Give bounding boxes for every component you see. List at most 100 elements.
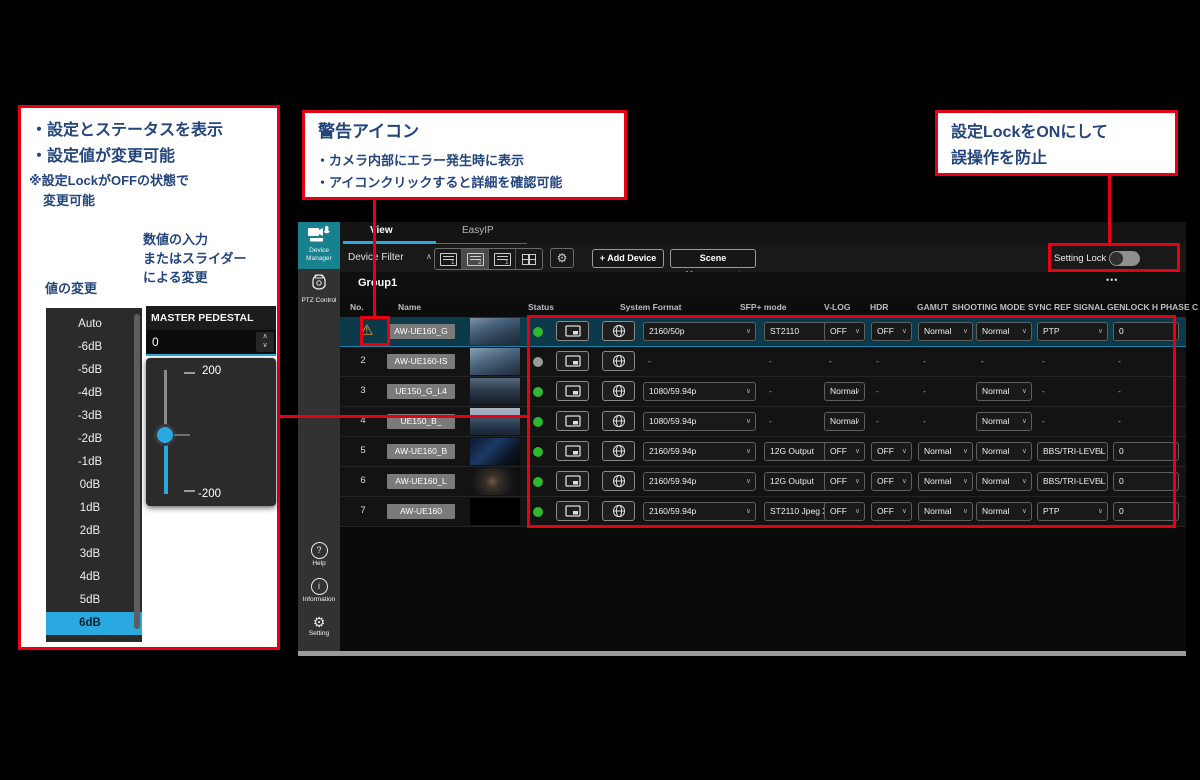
scene-management-button[interactable]: Scene Management (670, 249, 756, 268)
screen-button[interactable] (556, 471, 589, 491)
slider-thumb[interactable] (157, 427, 173, 443)
sidebar-item-device-manager[interactable]: Device Manager (298, 222, 340, 269)
shooting-mode-select[interactable]: Normal∨ (976, 442, 1032, 461)
table-row[interactable]: 2AW-UE160-IS-------- (340, 347, 1186, 377)
v-log-select[interactable]: OFF∨ (824, 472, 865, 491)
web-button[interactable] (602, 351, 635, 371)
gain-option[interactable]: -1dB (46, 451, 142, 474)
table-row[interactable]: 3UE150_G_L41080/59.94p∨-Normal∨--Normal∨… (340, 377, 1186, 407)
sidebar-item-setting[interactable]: ⚙ Setting (298, 614, 340, 638)
genlock-h-phase-input[interactable]: 0 (1113, 442, 1179, 461)
camera-thumbnail[interactable] (470, 408, 520, 435)
v-log-select[interactable]: Normal∨ (824, 412, 865, 431)
system-format-select[interactable]: 1080/59.94p∨ (643, 382, 756, 401)
add-device-button[interactable]: + Add Device (592, 249, 664, 268)
gain-option[interactable]: 6dB (46, 612, 142, 635)
sync-ref-signal-select[interactable]: BBS/TRI-LEVEL∨ (1037, 442, 1108, 461)
selected-value: BBS/TRI-LEVEL (1043, 476, 1105, 486)
setting-lock-toggle[interactable] (1109, 251, 1140, 266)
table-row[interactable]: 6AW-UE160_L2160/59.94p∨12G Output∨OFF∨OF… (340, 467, 1186, 497)
v-log-select[interactable]: OFF∨ (824, 502, 865, 521)
gain-option[interactable]: 2dB (46, 520, 142, 543)
layout-list1-button[interactable]: 1 (435, 249, 462, 269)
gain-option[interactable]: 5dB (46, 589, 142, 612)
layout-list2-button[interactable]: 2 (462, 249, 489, 269)
sync-ref-signal-select[interactable]: PTP∨ (1037, 502, 1108, 521)
screen-button[interactable] (556, 381, 589, 401)
gain-option[interactable]: 0dB (46, 474, 142, 497)
gain-option[interactable]: -4dB (46, 382, 142, 405)
gain-option[interactable]: -6dB (46, 336, 142, 359)
group-menu-dots[interactable]: ••• (1106, 275, 1118, 285)
camera-thumbnail[interactable] (470, 468, 520, 495)
sidebar-item-ptz-control[interactable]: PTZ Control (298, 269, 340, 313)
web-button[interactable] (602, 441, 635, 461)
hdr-select[interactable]: OFF∨ (871, 322, 912, 341)
gain-option[interactable]: 4dB (46, 566, 142, 589)
v-log-select[interactable]: Normal∨ (824, 382, 865, 401)
spinner-control[interactable]: ∧∨ (256, 332, 274, 352)
system-format-select[interactable]: 2160/59.94p∨ (643, 472, 756, 491)
gain-option[interactable]: -3dB (46, 405, 142, 428)
web-button[interactable] (602, 411, 635, 431)
table-row[interactable]: 7AW-UE1602160/59.94p∨ST2110 Jpeg XS∨OFF∨… (340, 497, 1186, 527)
gain-option[interactable]: -2dB (46, 428, 142, 451)
sidebar-item-help[interactable]: ? Help (298, 542, 340, 568)
shooting-mode-select[interactable]: Normal∨ (976, 382, 1032, 401)
sync-ref-signal-select[interactable]: BBS/TRI-LEVEL∨ (1037, 472, 1108, 491)
hdr-select[interactable]: OFF∨ (871, 472, 912, 491)
gamut-select[interactable]: Normal∨ (918, 322, 973, 341)
screen-button[interactable] (556, 411, 589, 431)
v-log-select[interactable]: OFF∨ (824, 442, 865, 461)
gain-option[interactable]: -5dB (46, 359, 142, 382)
camera-thumbnail[interactable] (470, 318, 520, 345)
table-row[interactable]: ⚠AW-UE160_G2160/50p∨ST2110∨OFF∨OFF∨Norma… (340, 317, 1186, 347)
master-pedestal-input[interactable]: 0 ∧∨ (146, 330, 276, 356)
selected-value: Normal (924, 326, 951, 336)
screen-button[interactable] (556, 501, 589, 521)
hdr-select[interactable]: OFF∨ (871, 502, 912, 521)
web-button[interactable] (602, 321, 635, 341)
screen-button[interactable] (556, 321, 589, 341)
gamut-select[interactable]: Normal∨ (918, 502, 973, 521)
gamut-select[interactable]: Normal∨ (918, 472, 973, 491)
shooting-mode-select[interactable]: Normal∨ (976, 472, 1032, 491)
web-button[interactable] (602, 501, 635, 521)
table-row[interactable]: 4UE150_B_1080/59.94p∨-Normal∨--Normal∨-- (340, 407, 1186, 437)
gain-option[interactable]: 1dB (46, 497, 142, 520)
screen-button[interactable] (556, 351, 589, 371)
layout-grid-button[interactable] (516, 249, 542, 269)
hdr-select[interactable]: OFF∨ (871, 442, 912, 461)
system-format-select[interactable]: 2160/59.94p∨ (643, 502, 756, 521)
web-button[interactable] (602, 381, 635, 401)
gamut-select[interactable]: Normal∨ (918, 442, 973, 461)
table-row[interactable]: 5AW-UE160_B2160/59.94p∨12G Output∨OFF∨OF… (340, 437, 1186, 467)
sidebar-item-information[interactable]: i Information (298, 578, 340, 604)
warning-icon[interactable]: ⚠ (360, 321, 373, 339)
gain-option[interactable]: Auto (46, 313, 142, 336)
shooting-mode-select[interactable]: Normal∨ (976, 412, 1032, 431)
screen-button[interactable] (556, 441, 589, 461)
layout-detail-button[interactable]: 1 (489, 249, 516, 269)
v-log-value: - (824, 352, 865, 371)
system-format-select[interactable]: 1080/59.94p∨ (643, 412, 756, 431)
shooting-mode-select[interactable]: Normal∨ (976, 322, 1032, 341)
system-format-select[interactable]: 2160/50p∨ (643, 322, 756, 341)
v-log-select[interactable]: OFF∨ (824, 322, 865, 341)
sync-ref-signal-select[interactable]: PTP∨ (1037, 322, 1108, 341)
shooting-mode-select[interactable]: Normal∨ (976, 502, 1032, 521)
web-button[interactable] (602, 471, 635, 491)
gain-option[interactable]: 3dB (46, 543, 142, 566)
genlock-h-phase-input[interactable]: 0 (1113, 322, 1179, 341)
system-format-select[interactable]: 2160/59.94p∨ (643, 442, 756, 461)
scrollbar[interactable] (134, 314, 140, 629)
view-settings-gear-button[interactable]: ⚙ (550, 248, 574, 268)
genlock-h-phase-input[interactable]: 0 (1113, 502, 1179, 521)
camera-thumbnail[interactable] (470, 438, 520, 465)
camera-thumbnail[interactable] (470, 498, 520, 525)
chevron-up-icon[interactable]: ∧ (426, 252, 432, 261)
genlock-h-phase-input[interactable]: 0 (1113, 472, 1179, 491)
tab-easyip[interactable]: EasyIP (462, 225, 494, 236)
camera-thumbnail[interactable] (470, 348, 520, 375)
camera-thumbnail[interactable] (470, 378, 520, 405)
